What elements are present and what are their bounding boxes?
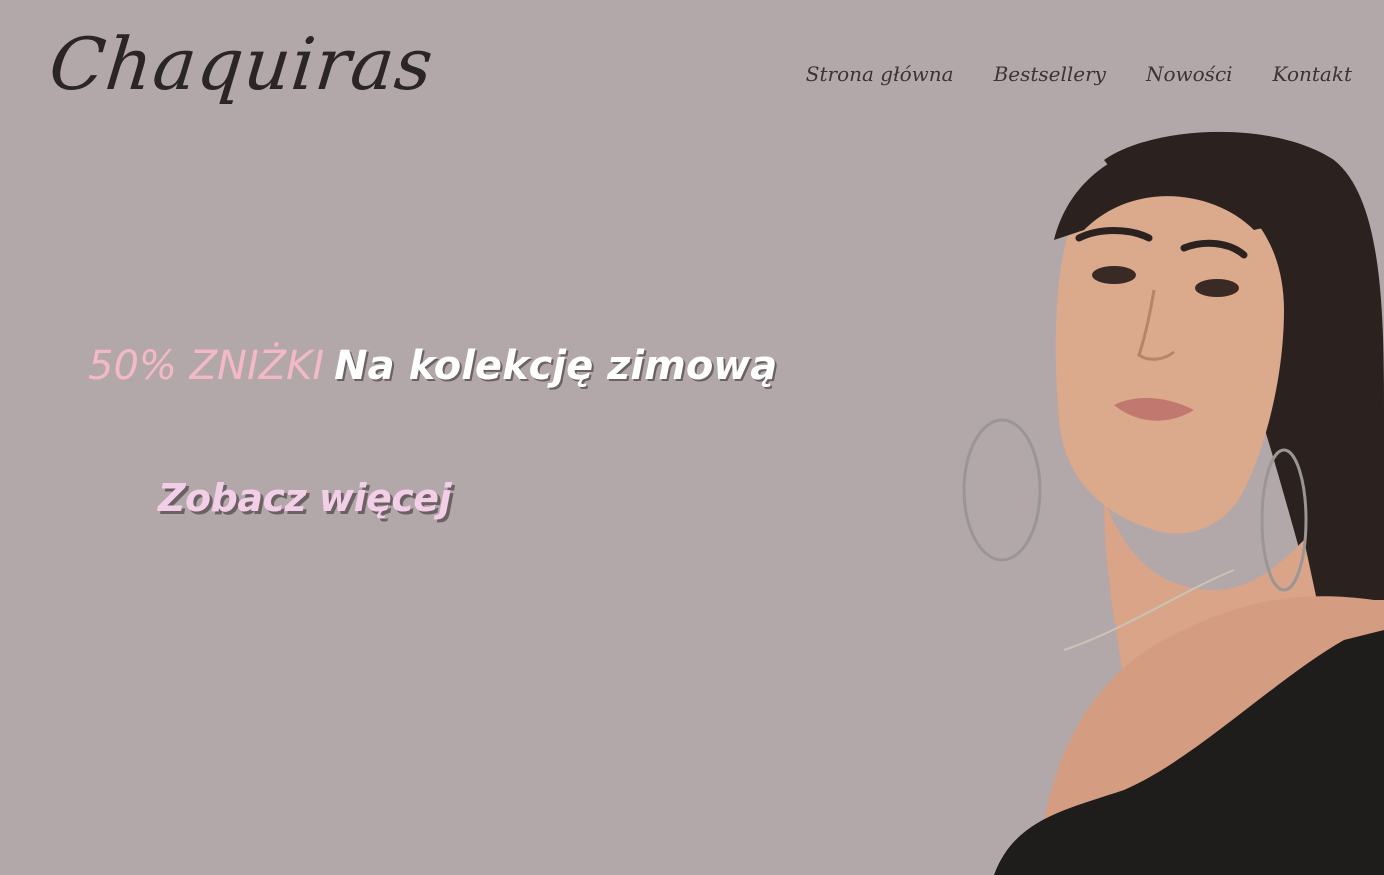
promo-banner: 50% ZNIŻKI Na kolekcję zimową <box>88 344 777 388</box>
site-logo[interactable]: Chaquiras <box>46 22 438 106</box>
promo-headline: Na kolekcję zimową <box>334 343 778 389</box>
see-more-button[interactable]: Zobacz więcej <box>158 476 452 520</box>
main-nav: Strona główna Bestsellery Nowości Kontak… <box>806 62 1352 86</box>
nav-link-home[interactable]: Strona główna <box>806 62 954 86</box>
woman-portrait-illustration <box>962 131 1384 875</box>
hero-image <box>954 120 1384 875</box>
promo-discount: 50% ZNIŻKI <box>88 343 325 389</box>
nav-link-new[interactable]: Nowości <box>1146 62 1233 86</box>
nav-link-bestsellers[interactable]: Bestsellery <box>994 62 1106 86</box>
nav-link-contact[interactable]: Kontakt <box>1273 62 1352 86</box>
